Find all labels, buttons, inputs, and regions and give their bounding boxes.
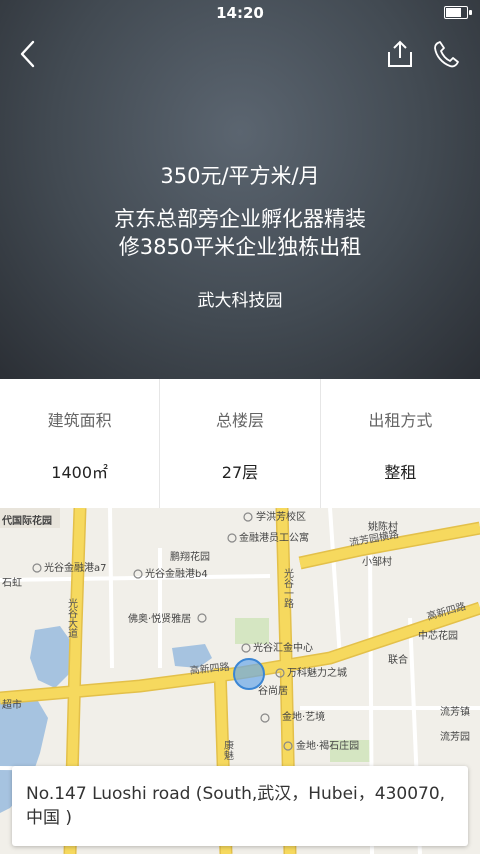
share-button[interactable]	[382, 36, 418, 72]
park-area-1	[235, 618, 269, 644]
stat-rent-type-value: 整租	[384, 463, 417, 482]
battery-icon	[444, 6, 472, 19]
map-label-4: 光谷金融港b4	[145, 567, 208, 580]
call-button[interactable]	[428, 36, 464, 72]
stat-rent-type: 出租方式 整租	[321, 379, 480, 508]
map-label-6: 鹏翔花园	[170, 550, 210, 563]
address-card[interactable]: No.147 Luoshi road (South,武汉，Hubei，43007…	[12, 766, 468, 846]
road-label-2: 光谷一路	[282, 567, 294, 609]
park-name: 武大科技园	[197, 291, 283, 311]
road-label-3: 光谷大道	[66, 597, 78, 638]
price-label: 350元/平方米/月	[160, 164, 320, 188]
listing-title-line1: 京东总部旁企业孵化器精装	[114, 207, 366, 231]
stat-area-label: 建筑面积	[47, 411, 112, 430]
map-label-14: 小邹村	[362, 555, 392, 568]
map-label-18: 流芳园	[440, 730, 470, 743]
map-label-13: 姚陈村	[368, 520, 398, 533]
stat-floors-label: 总楼层	[215, 411, 264, 430]
map-label-16: 联合	[388, 653, 408, 666]
map-label-9: 万科魅力之城	[287, 666, 347, 679]
share-icon	[388, 40, 412, 67]
map-label-3: 光谷金融港a7	[44, 561, 107, 574]
hero-header: 350元/平方米/月 京东总部旁企业孵化器精装 修3850平米企业独栋出租 武大…	[0, 0, 480, 379]
map-label-17: 流芳镇	[440, 705, 470, 718]
map-label-8: 光谷汇金中心	[253, 641, 313, 654]
stats-bar: 建筑面积 1400㎡ 总楼层 27层 出租方式 整租	[0, 379, 480, 509]
map-label-2: 代国际花园	[1, 514, 52, 527]
status-time: 14:20	[216, 4, 264, 22]
status-bar: 14:20	[0, 0, 480, 26]
battery-fill	[446, 8, 462, 17]
stat-floors: 总楼层 27层	[160, 379, 321, 508]
map-label-20: 超市	[2, 698, 22, 711]
stat-area: 建筑面积 1400㎡	[0, 379, 161, 508]
map-label-12: 金地·褐石庄园	[296, 739, 359, 752]
stat-area-value: 1400㎡	[51, 463, 109, 482]
map-label-15: 中芯花园	[418, 629, 458, 642]
map-label-5: 金融港员工公寓	[239, 531, 309, 544]
back-icon	[20, 40, 35, 68]
road-label-6: 康魅	[222, 739, 234, 761]
stat-floors-value: 27层	[221, 463, 259, 482]
map-label-1: 学洪芳校区	[256, 510, 306, 523]
map-label-19: 石虹	[2, 577, 22, 589]
phone-icon	[434, 41, 459, 68]
map-label-7: 佛奥·悦贤雅居	[128, 612, 191, 625]
listing-title: 京东总部旁企业孵化器精装 修3850平米企业独栋出租	[0, 205, 480, 261]
map-label-11: 金地·艺境	[282, 710, 325, 723]
location-pin[interactable]	[233, 658, 265, 690]
stat-rent-type-label: 出租方式	[368, 411, 433, 430]
back-button[interactable]	[10, 36, 46, 72]
map-label-10: 谷尚居	[258, 684, 288, 697]
listing-title-line2: 修3850平米企业独栋出租	[118, 235, 362, 259]
